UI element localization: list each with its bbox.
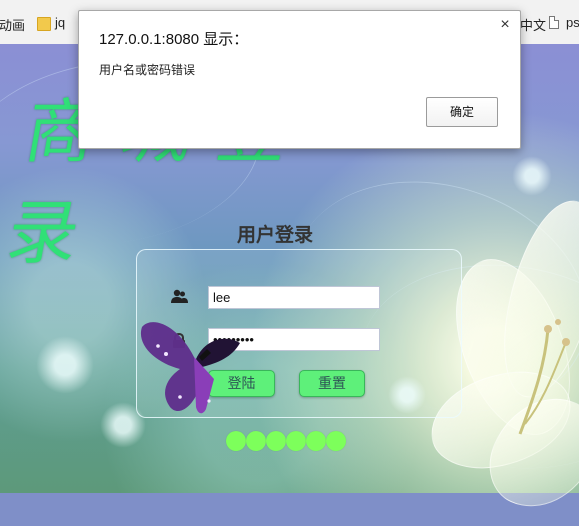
folder-icon [37, 17, 51, 31]
bokeh-light [36, 336, 94, 394]
progress-dots [226, 431, 350, 453]
close-icon[interactable]: × [498, 17, 512, 33]
flower-stamen [518, 319, 570, 435]
ok-button[interactable]: 确定 [426, 97, 498, 127]
bookmark-ps[interactable]: ps [566, 15, 579, 30]
alert-dialog: 127.0.0.1:8080 显示： × 用户名或密码错误 确定 [78, 10, 521, 149]
butterfly-image [140, 322, 240, 414]
reset-button[interactable]: 重置 [299, 370, 365, 397]
bokeh-light [512, 156, 552, 196]
progress-dot [246, 431, 266, 451]
progress-dot [306, 431, 326, 451]
dialog-title: 127.0.0.1:8080 显示： [99, 31, 249, 48]
username-input[interactable] [208, 286, 380, 309]
progress-dot [326, 431, 346, 451]
page-icon [549, 16, 559, 29]
bookmark-animation[interactable]: 动画 [0, 15, 25, 34]
user-icon [171, 289, 188, 303]
bookmark-chinese[interactable]: 中文 [520, 15, 546, 34]
login-title: 用户登录 [236, 225, 313, 246]
progress-dot [226, 431, 246, 451]
dialog-message: 用户名或密码错误 [99, 63, 196, 77]
progress-dot [286, 431, 306, 451]
progress-dot [266, 431, 286, 451]
bookmark-jq[interactable]: jq [55, 15, 65, 30]
